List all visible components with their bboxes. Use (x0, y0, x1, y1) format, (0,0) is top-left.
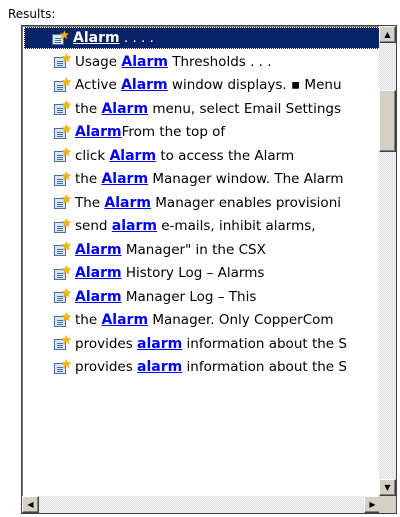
result-text-before: the (75, 100, 102, 117)
result-text-after: window displays. ▪ Menu (167, 77, 342, 93)
page-with-star-icon: ★ (54, 146, 72, 163)
page-with-star-icon: ★ (54, 287, 72, 304)
scroll-down-button[interactable]: ▼ (379, 479, 396, 496)
page-with-star-icon: ★ (54, 217, 72, 234)
result-row[interactable]: ★ the Alarm Manager window. The Alarm (26, 168, 381, 190)
result-row[interactable]: ★ the Alarm Manager. Only CopperCom (26, 309, 381, 331)
result-text-after: From the top of (121, 124, 226, 140)
result-row[interactable]: ★ Alarm History Log – Alarms (26, 262, 381, 284)
result-keyword-link[interactable]: Alarm (101, 312, 148, 328)
arrow-right-icon: ▶ (369, 500, 376, 509)
vertical-scroll-thumb[interactable] (379, 90, 396, 152)
page-with-star-icon: ★ (54, 358, 72, 375)
result-text-after: information about the S (182, 335, 347, 352)
result-row[interactable]: ★ The Alarm Manager enables provisioni (26, 192, 381, 214)
scrollbar-corner (379, 496, 396, 513)
result-text-before: provides (75, 359, 138, 375)
result-text-after: e-mails, inhibit alarms, (156, 218, 316, 234)
result-row[interactable]: ★ provides alarm information about the S (26, 333, 381, 355)
result-row[interactable]: ★ Active Alarm window displays. ▪ Menu (26, 74, 381, 96)
result-text-after: Manager. Only CopperCom (148, 312, 334, 328)
result-row[interactable]: ★ Usage Alarm Thresholds . . . (26, 51, 381, 73)
result-keyword-link[interactable]: Alarm (73, 30, 120, 46)
result-text-after: Thresholds . . . (167, 53, 272, 70)
result-keyword-link[interactable]: alarm (137, 359, 182, 375)
result-text-after: Manager enables provisioni (150, 194, 341, 211)
result-row[interactable]: ★ send alarm e-mails, inhibit alarms, (26, 215, 381, 237)
result-text-after: . . . . (119, 30, 154, 46)
arrow-left-icon: ◀ (27, 500, 34, 509)
result-text-after: Manager" in the CSX (121, 241, 266, 258)
vertical-scrollbar[interactable]: ▲ ▼ (379, 26, 396, 496)
result-text-after: to access the Alarm (156, 147, 295, 164)
scroll-up-button[interactable]: ▲ (379, 26, 396, 43)
arrow-down-icon: ▼ (384, 483, 391, 492)
result-row[interactable]: ★ provides alarm information about the S (26, 356, 381, 378)
result-text-before: Usage (75, 53, 122, 70)
result-keyword-link[interactable]: Alarm (75, 124, 122, 140)
result-row[interactable]: ★ the Alarm menu, select Email Settings (26, 98, 381, 120)
page-with-star-icon: ★ (54, 76, 72, 93)
result-keyword-link[interactable]: Alarm (121, 77, 168, 93)
result-keyword-link[interactable]: Alarm (101, 101, 148, 117)
result-text-before: Active (75, 77, 122, 93)
result-keyword-link[interactable]: alarm (137, 336, 182, 352)
page-with-star-icon: ★ (54, 264, 72, 281)
result-keyword-link[interactable]: Alarm (104, 195, 151, 211)
result-keyword-link[interactable]: Alarm (75, 265, 122, 281)
result-row[interactable]: ★ click Alarm to access the Alarm (26, 145, 381, 167)
result-keyword-link[interactable]: Alarm (121, 54, 168, 70)
result-row[interactable]: ★ AlarmFrom the top of (26, 121, 381, 143)
result-text-before: click (75, 147, 110, 164)
page-with-star-icon: ★ (52, 29, 70, 46)
result-text-after: Manager window. The Alarm (148, 171, 344, 187)
result-text-after: menu, select Email Settings (148, 100, 341, 117)
result-keyword-link[interactable]: Alarm (75, 242, 122, 258)
result-row[interactable]: ★ Alarm Manager Log – This (26, 286, 381, 308)
page-with-star-icon: ★ (54, 52, 72, 69)
results-listbox[interactable]: ★ Alarm . . . . ★ Usage Alarm Thresholds . … (21, 25, 397, 514)
result-text-after: History Log – Alarms (121, 265, 265, 281)
arrow-up-icon: ▲ (384, 30, 391, 39)
result-text-before: provides (75, 335, 138, 352)
page-with-star-icon: ★ (54, 193, 72, 210)
page-with-star-icon: ★ (54, 334, 72, 351)
result-keyword-link[interactable]: Alarm (109, 148, 156, 164)
page-with-star-icon: ★ (54, 123, 72, 140)
result-keyword-link[interactable]: alarm (112, 218, 157, 234)
result-text-before: the (75, 312, 102, 328)
horizontal-scrollbar[interactable]: ◀ ▶ (22, 496, 381, 513)
result-text-before: the (75, 171, 102, 187)
page-with-star-icon: ★ (54, 240, 72, 257)
page-with-star-icon: ★ (54, 99, 72, 116)
result-text-before: send (75, 218, 112, 234)
result-keyword-link[interactable]: Alarm (75, 289, 122, 305)
result-text-before: The (75, 194, 105, 211)
result-row[interactable]: ★ Alarm . . . . (24, 27, 381, 49)
result-keyword-link[interactable]: Alarm (101, 171, 148, 187)
result-row[interactable]: ★ Alarm Manager" in the CSX (26, 239, 381, 261)
result-text-after: information about the S (182, 359, 347, 375)
page-with-star-icon: ★ (54, 311, 72, 328)
page-with-star-icon: ★ (54, 170, 72, 187)
scroll-left-button[interactable]: ◀ (22, 496, 39, 513)
result-text-after: Manager Log – This (121, 288, 257, 305)
results-caption: Results: (8, 7, 56, 21)
results-list: ★ Alarm . . . . ★ Usage Alarm Thresholds . … (22, 26, 381, 496)
